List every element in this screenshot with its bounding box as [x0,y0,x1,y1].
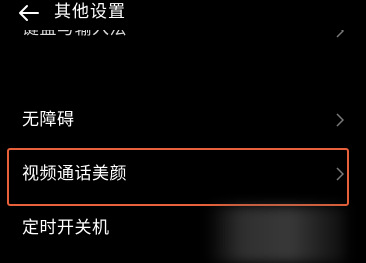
page-title: 其他设置 [54,2,126,22]
chevron-right-icon [336,30,344,38]
arrow-left-icon[interactable] [18,4,40,22]
settings-item-accessibility[interactable]: 无障碍 [0,98,366,142]
chevron-right-icon [336,113,344,127]
settings-item-label: 定时开关机 [22,218,110,238]
settings-item-label: 键盘与输入法 [22,30,127,40]
settings-item-keyboard[interactable]: 键盘与输入法 [0,30,366,52]
blurred-overlay [206,206,346,263]
highlight-box [7,148,349,206]
settings-item-label: 无障碍 [22,110,75,130]
top-bar: 其他设置 [0,0,366,30]
